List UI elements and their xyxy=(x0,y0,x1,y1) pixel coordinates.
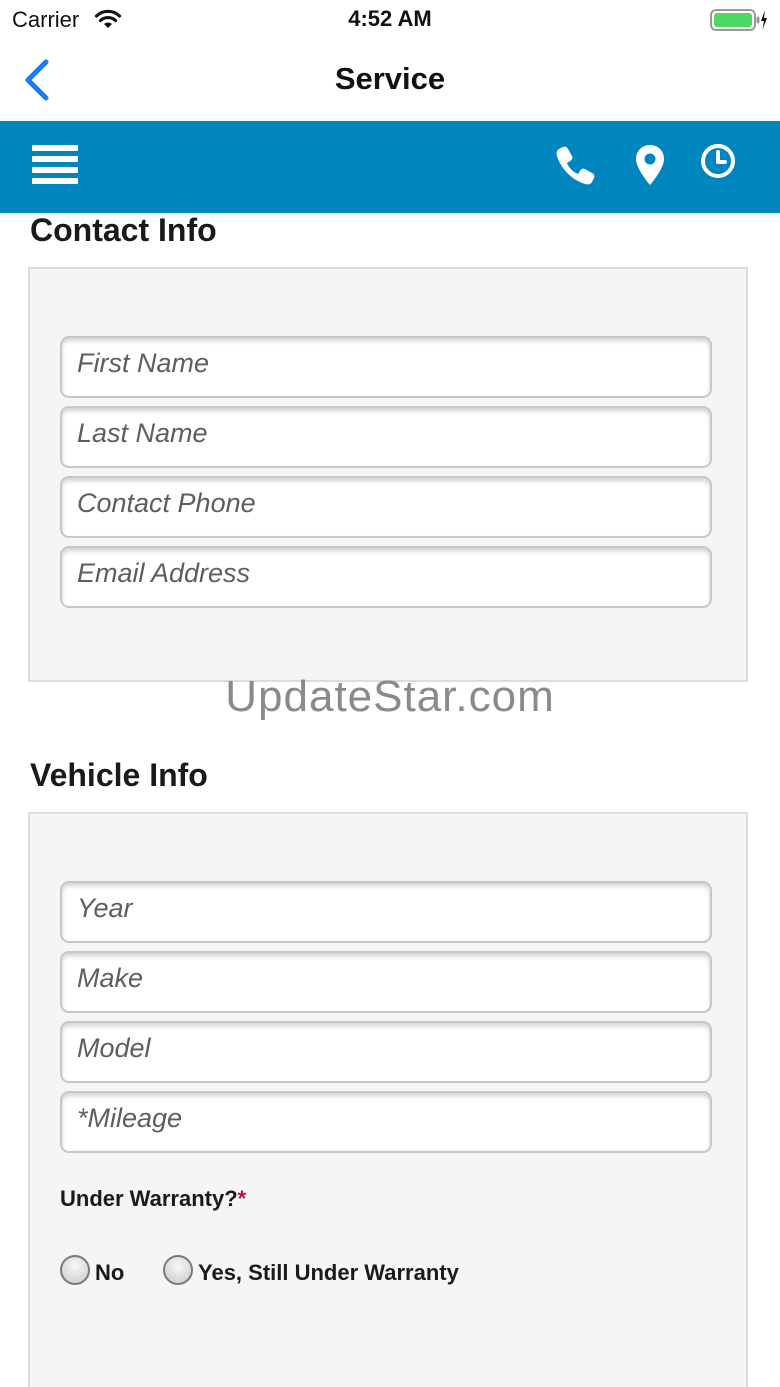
hours-button[interactable] xyxy=(696,143,740,187)
year-input[interactable] xyxy=(60,881,712,943)
make-input[interactable] xyxy=(60,951,712,1013)
contact-info-heading: Contact Info xyxy=(30,212,217,248)
warranty-option-no[interactable]: No xyxy=(60,1254,124,1286)
app-toolbar xyxy=(0,121,780,213)
status-bar: Carrier 4:52 AM xyxy=(0,0,780,40)
status-time: 4:52 AM xyxy=(348,6,432,31)
location-pin-icon xyxy=(636,145,664,185)
battery-icon xyxy=(710,8,768,37)
radio-yes-label: Yes, Still Under Warranty xyxy=(198,1260,459,1285)
navigation-bar: Service xyxy=(0,40,780,122)
contact-info-panel xyxy=(28,267,748,682)
location-button[interactable] xyxy=(628,143,672,187)
call-button[interactable] xyxy=(554,143,598,187)
radio-yes[interactable] xyxy=(163,1255,193,1285)
page-title: Service xyxy=(334,61,446,96)
radio-no[interactable] xyxy=(60,1255,90,1285)
chevron-left-icon xyxy=(25,59,49,101)
contact-phone-input[interactable] xyxy=(60,476,712,538)
vehicle-info-panel: Under Warranty?* No Yes, Still Under War… xyxy=(28,812,748,1387)
radio-no-label: No xyxy=(95,1260,125,1285)
back-button[interactable] xyxy=(20,57,60,103)
clock-icon xyxy=(701,144,735,178)
warranty-option-yes[interactable]: Yes, Still Under Warranty xyxy=(163,1254,459,1286)
vehicle-info-heading: Vehicle Info xyxy=(30,757,208,793)
email-address-input[interactable] xyxy=(60,546,712,608)
menu-icon xyxy=(32,145,78,184)
under-warranty-text: Under Warranty? xyxy=(60,1186,238,1211)
under-warranty-label: Under Warranty?* xyxy=(60,1186,246,1212)
model-input[interactable] xyxy=(60,1021,712,1083)
last-name-input[interactable] xyxy=(60,406,712,468)
required-marker: * xyxy=(237,1186,247,1211)
mileage-input[interactable] xyxy=(60,1091,712,1153)
menu-button[interactable] xyxy=(32,143,80,189)
first-name-input[interactable] xyxy=(60,336,712,398)
phone-icon xyxy=(556,146,595,185)
